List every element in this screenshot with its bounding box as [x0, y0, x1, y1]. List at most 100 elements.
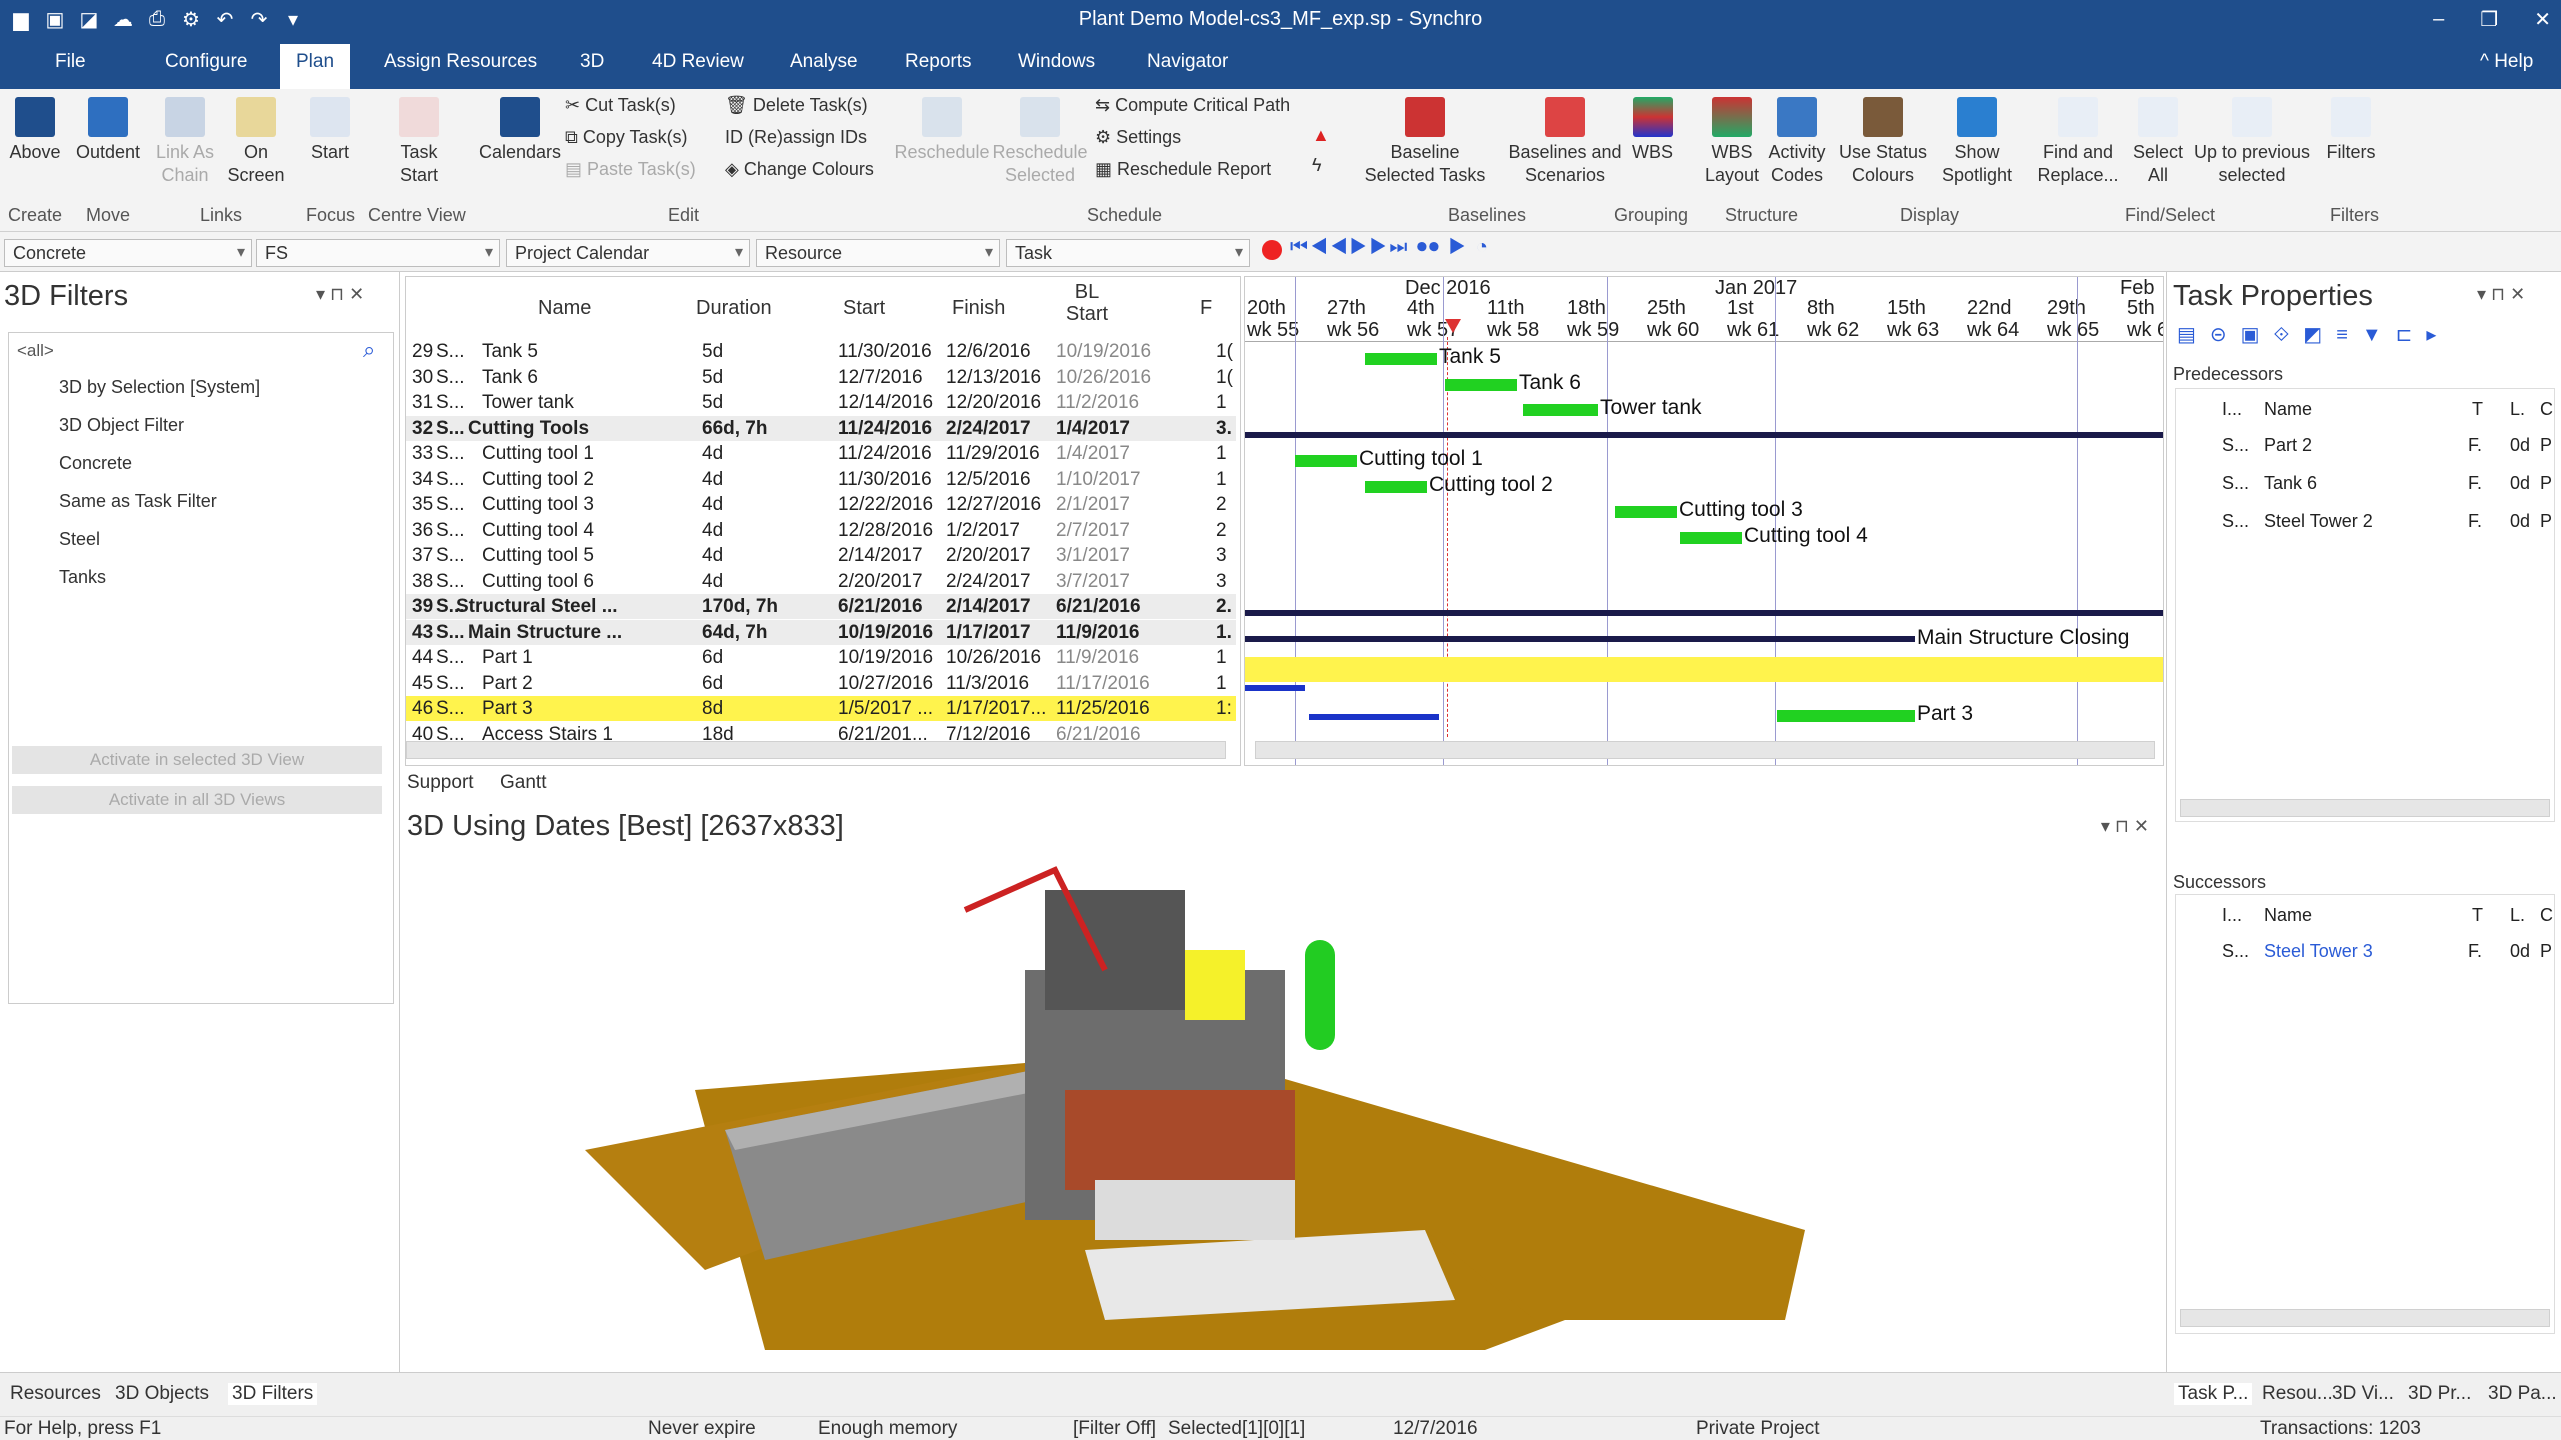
- table-row[interactable]: 46 S... Part 3 8d 1/5/2017 ... 1/17/2017... 11…: [406, 696, 1236, 721]
- wbs-layout-button[interactable]: WBS Layout: [1692, 97, 1772, 187]
- tab-resources[interactable]: Resources: [10, 1383, 101, 1405]
- warning-icon[interactable]: ▲: [1312, 125, 1330, 146]
- baseline-bar[interactable]: [1309, 714, 1439, 720]
- compute-critical-path-button[interactable]: ⇆ Compute Critical Path: [1095, 95, 1290, 116]
- table-row[interactable]: 39 S... Structural Steel ... 170d, 7h 6/21/2…: [406, 594, 1236, 619]
- list-item[interactable]: S... Part 2 F. 0d P: [2176, 435, 2552, 461]
- tab-3d-paths[interactable]: 3D Pa...: [2488, 1383, 2557, 1405]
- calendars-button[interactable]: Calendars: [470, 97, 570, 164]
- filters-button[interactable]: Filters: [2320, 97, 2382, 164]
- tab-analyse[interactable]: Analyse: [790, 51, 858, 73]
- minimize-icon[interactable]: –: [2433, 8, 2444, 31]
- show-spotlight-button[interactable]: Show Spotlight: [1932, 97, 2022, 187]
- filter-item[interactable]: Concrete: [59, 453, 132, 474]
- col-bl-start-header[interactable]: BL Start: [1058, 281, 1116, 325]
- summary-bar-structural-steel[interactable]: [1245, 610, 2163, 616]
- search-icon[interactable]: ⌕: [363, 337, 375, 363]
- tab-3d-view[interactable]: 3D Vi...: [2332, 1383, 2394, 1405]
- gantt-bar[interactable]: [1777, 710, 1915, 722]
- gantt-bar[interactable]: [1680, 531, 1742, 544]
- pred-scrollbar[interactable]: [2180, 799, 2550, 817]
- gantt-bar-label[interactable]: Cutting tool 3: [1679, 498, 1803, 522]
- tab-plan[interactable]: Plan: [280, 44, 351, 89]
- playback-controls[interactable]: ⏮◀◀▶▶⏭ ⏺⏺ ▶ ◔: [1290, 236, 1490, 259]
- grid-h-scrollbar[interactable]: [406, 741, 1226, 759]
- table-row[interactable]: 45 S... Part 2 6d 10/27/2016 11/3/2016 11/17/2…: [406, 671, 1236, 696]
- tab-3d[interactable]: 3D: [580, 51, 604, 73]
- list-item[interactable]: S... Steel Tower 2 F. 0d P: [2176, 511, 2552, 537]
- tab-assign-resources[interactable]: Assign Resources: [384, 51, 537, 73]
- filter-item[interactable]: Steel: [59, 529, 100, 550]
- tab-3d-filters[interactable]: 3D Filters: [228, 1383, 318, 1405]
- tab-reports[interactable]: Reports: [905, 51, 972, 73]
- tab-resources-right[interactable]: Resou...: [2262, 1383, 2333, 1405]
- above-button[interactable]: Above: [4, 97, 66, 164]
- 3d-panel-controls[interactable]: ▾ ⊓ ✕: [2101, 816, 2149, 837]
- gantt-bar-label[interactable]: Tower tank: [1600, 396, 1702, 420]
- tab-configure[interactable]: Configure: [165, 51, 247, 73]
- select-all-button[interactable]: Select All: [2126, 97, 2190, 187]
- activate-all-button[interactable]: Activate in all 3D Views: [12, 786, 382, 814]
- table-row[interactable]: 31 S... Tower tank 5d 12/14/2016 12/20/2016 11…: [406, 390, 1236, 415]
- tab-windows[interactable]: Windows: [1018, 51, 1095, 73]
- gantt-bar[interactable]: [1523, 404, 1598, 416]
- link-as-chain-button[interactable]: Link As Chain: [150, 97, 220, 187]
- task-start-button[interactable]: Task Start: [380, 97, 458, 187]
- reassign-ids-button[interactable]: ID (Re)assign IDs: [725, 127, 867, 148]
- on-screen-button[interactable]: On Screen: [222, 97, 290, 187]
- list-item[interactable]: S... Steel Tower 3 F. 0d P: [2176, 941, 2552, 967]
- tab-navigator[interactable]: Navigator: [1147, 51, 1228, 73]
- col-finish-header[interactable]: Finish: [952, 297, 1005, 320]
- table-row[interactable]: 37 S... Cutting tool 5 4d 2/14/2017 2/20/2017…: [406, 543, 1236, 568]
- filter-item[interactable]: Tanks: [59, 567, 106, 588]
- tab-4d-review[interactable]: 4D Review: [652, 51, 744, 73]
- table-row[interactable]: 33 S... Cutting tool 1 4d 11/24/2016 11/29/20…: [406, 441, 1236, 466]
- table-row[interactable]: 30 S... Tank 6 5d 12/7/2016 12/13/2016 10/26/2…: [406, 365, 1236, 390]
- start-button[interactable]: Start: [298, 97, 362, 164]
- task-select[interactable]: Task: [1006, 239, 1250, 267]
- baseline-selected-tasks-button[interactable]: Baseline Selected Tasks: [1360, 97, 1490, 187]
- baselines-and-scenarios-button[interactable]: Baselines and Scenarios: [1500, 97, 1630, 187]
- use-status-colours-button[interactable]: Use Status Colours: [1834, 97, 1932, 187]
- col-start-header[interactable]: Start: [843, 297, 885, 320]
- close-icon[interactable]: ✕: [2534, 7, 2551, 32]
- summary-bar-main-structure[interactable]: [1245, 635, 1915, 642]
- baseline-bar[interactable]: [1245, 684, 1305, 691]
- resource-type-select[interactable]: Concrete: [4, 239, 252, 267]
- table-row[interactable]: 43 S... Main Structure ... 64d, 7h 10/19/201…: [406, 619, 1236, 645]
- reschedule-button[interactable]: Reschedule: [893, 97, 991, 164]
- activate-selected-button[interactable]: Activate in selected 3D View: [12, 746, 382, 774]
- table-row[interactable]: 29 S... Tank 5 5d 11/30/2016 12/6/2016 10/19/2…: [406, 339, 1236, 364]
- tab-3d-properties[interactable]: 3D Pr...: [2408, 1383, 2471, 1405]
- gantt-bar-label[interactable]: Tank 6: [1519, 371, 1581, 395]
- props-panel-controls[interactable]: ▾ ⊓ ✕: [2477, 284, 2525, 305]
- gantt-bar-label[interactable]: Part 3: [1917, 702, 1973, 726]
- succ-scrollbar[interactable]: [2180, 1309, 2550, 1327]
- col-f-header[interactable]: F: [1200, 297, 1212, 320]
- tab-task-properties[interactable]: Task P...: [2174, 1383, 2253, 1405]
- tab-3d-objects[interactable]: 3D Objects: [115, 1383, 209, 1405]
- filter-search-input[interactable]: <all>: [17, 341, 54, 361]
- gantt-bar[interactable]: [1445, 378, 1517, 391]
- record-icon[interactable]: [1262, 240, 1282, 260]
- wbs-button[interactable]: WBS: [1620, 97, 1685, 164]
- gantt-bar[interactable]: [1295, 455, 1357, 467]
- gantt-bar-label[interactable]: Tank 5: [1439, 345, 1501, 369]
- outdent-button[interactable]: Outdent: [70, 97, 146, 164]
- settings-button[interactable]: ⚙ Settings: [1095, 127, 1181, 148]
- restore-icon[interactable]: ❐: [2480, 7, 2498, 32]
- lightning-icon[interactable]: ϟ: [1312, 155, 1322, 176]
- calendar-select[interactable]: Project Calendar: [506, 239, 750, 267]
- list-item[interactable]: S... Tank 6 F. 0d P: [2176, 473, 2552, 499]
- activity-codes-button[interactable]: Activity Codes: [1762, 97, 1832, 187]
- table-row[interactable]: 35 S... Cutting tool 3 4d 12/22/2016 12/27/20…: [406, 492, 1236, 517]
- gantt-bar[interactable]: [1365, 353, 1437, 365]
- filter-item[interactable]: Same as Task Filter: [59, 491, 217, 512]
- props-toolbar[interactable]: ▤⊝▣⟐◩≡▼⊏▸: [2177, 322, 2450, 347]
- table-row[interactable]: 34 S... Cutting tool 2 4d 11/30/2016 12/5/201…: [406, 467, 1236, 492]
- gantt-bar-label[interactable]: Cutting tool 1: [1359, 447, 1483, 471]
- table-row[interactable]: 32 S... Cutting Tools 66d, 7h 11/24/2016 2/24…: [406, 415, 1236, 441]
- cut-tasks-button[interactable]: ✂ Cut Task(s): [565, 95, 676, 116]
- col-name-header[interactable]: Name: [538, 297, 591, 320]
- copy-tasks-button[interactable]: ⧉ Copy Task(s): [565, 127, 688, 148]
